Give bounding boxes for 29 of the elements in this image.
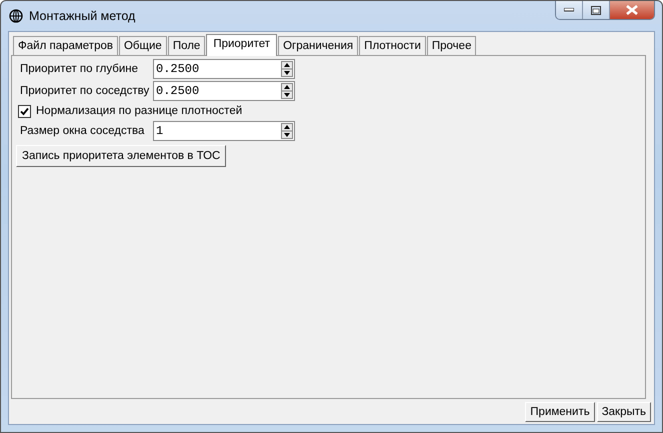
dialog-button[interactable]: Применить <box>525 402 595 422</box>
spin-field[interactable]: 0.2500 <box>153 59 295 79</box>
spinner-arrows-icon[interactable] <box>281 123 293 139</box>
minimize-icon <box>564 8 574 12</box>
tab[interactable]: Ограничения <box>278 36 358 55</box>
tab[interactable]: Плотности <box>359 36 426 55</box>
spinner-arrows-icon[interactable] <box>281 83 293 99</box>
spin-field[interactable]: 0.2500 <box>153 81 295 101</box>
maximize-button[interactable] <box>583 1 610 19</box>
field-label: Приоритет по соседству <box>19 85 150 97</box>
tab[interactable]: Прочее <box>426 36 476 55</box>
close-icon <box>626 5 638 15</box>
write-priority-button[interactable]: Запись приоритета элементов в ТОС <box>16 145 226 167</box>
close-button[interactable] <box>610 1 654 19</box>
spinner-arrows-icon[interactable] <box>281 61 293 77</box>
window-title: Монтажный метод <box>29 9 136 23</box>
tab[interactable]: Поле <box>168 36 206 55</box>
maximize-icon <box>591 6 601 14</box>
tab[interactable]: Приоритет <box>206 34 278 56</box>
spin-field[interactable]: 1 <box>153 121 295 141</box>
tab[interactable]: Файл параметров <box>13 36 118 55</box>
minimize-button[interactable] <box>556 1 583 19</box>
checkbox[interactable] <box>18 104 31 118</box>
dialog-button[interactable]: Закрыть <box>596 402 651 422</box>
field-label: Размер окна соседства <box>19 125 146 137</box>
globe-icon <box>9 9 23 23</box>
checkbox-label: Нормализация по разнице плотностей <box>36 105 242 117</box>
tab[interactable]: Общие <box>118 36 167 55</box>
field-label: Приоритет по глубине <box>19 63 140 75</box>
